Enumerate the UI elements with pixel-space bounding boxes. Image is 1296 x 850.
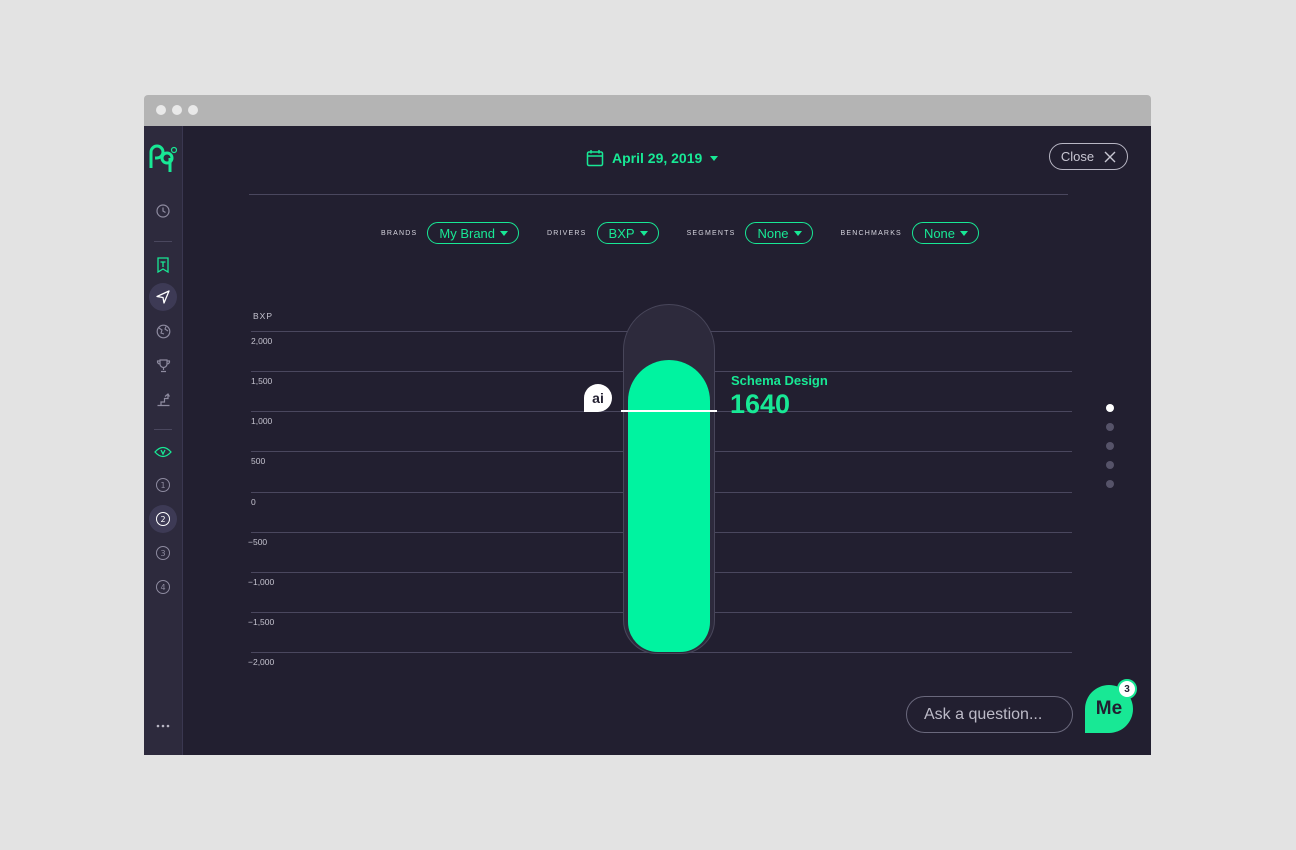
- step-1-label: 1: [156, 478, 170, 492]
- sidebar-step-3[interactable]: 3: [149, 539, 177, 567]
- y-tick-label: −2,000: [248, 657, 275, 667]
- notification-badge: 3: [1117, 679, 1137, 699]
- y-tick-label: −500: [248, 536, 268, 547]
- ai-benchmark-line: [621, 410, 717, 413]
- pager-dot[interactable]: [1106, 442, 1114, 450]
- trophy-icon[interactable]: [149, 351, 177, 379]
- y-tick-label: 2,000: [251, 336, 273, 346]
- brands-value: My Brand: [439, 225, 496, 241]
- chevron-down-icon: [500, 230, 509, 236]
- benchmarks-dropdown[interactable]: None: [911, 222, 980, 244]
- window-minimize-dot[interactable]: [172, 105, 182, 115]
- sidebar: 1 2 3 4: [144, 126, 183, 755]
- window-titlebar: [144, 95, 1151, 126]
- bar-schema-design[interactable]: [628, 359, 710, 652]
- clock-icon[interactable]: [149, 197, 177, 225]
- ask-placeholder: Ask a question...: [924, 705, 1043, 723]
- filter-label-benchmarks: BENCHMARKS: [840, 229, 902, 237]
- y-axis-title: BXP: [253, 311, 274, 321]
- slide-pager: [1106, 404, 1114, 499]
- calendar-icon: [586, 150, 604, 167]
- chevron-down-icon: [960, 230, 969, 236]
- sidebar-step-4[interactable]: 4: [149, 573, 177, 601]
- benchmarks-value: None: [923, 225, 956, 241]
- chevron-down-icon: [639, 230, 648, 236]
- browser-window: 1 2 3 4 April 29, 2019 Close BRANDS My B…: [144, 95, 1151, 755]
- step-4-label: 4: [156, 580, 170, 594]
- rq-logo[interactable]: [149, 144, 178, 178]
- pager-dot[interactable]: [1106, 404, 1114, 412]
- date-label: April 29, 2019: [612, 150, 703, 166]
- filter-label-brands: BRANDS: [381, 229, 418, 237]
- filter-label-drivers: DRIVERS: [547, 229, 587, 237]
- drivers-dropdown[interactable]: BXP: [596, 222, 659, 244]
- sidebar-step-1[interactable]: 1: [149, 471, 177, 499]
- y-tick-label: 0: [251, 496, 256, 507]
- close-icon: [1104, 151, 1116, 162]
- step-3-label: 3: [156, 546, 170, 560]
- ask-question-input[interactable]: Ask a question...: [906, 696, 1073, 733]
- close-button[interactable]: Close: [1049, 143, 1128, 170]
- y-tick-label: −1,500: [248, 616, 275, 627]
- navigation-arrow-icon[interactable]: [149, 283, 177, 311]
- more-dots-icon[interactable]: [149, 712, 177, 740]
- bxp-chart: BXP 2,000 1,500 1,000 500 0 −500 −1,000 −1,500 −…: [244, 301, 1074, 681]
- y-tick-label: 1,500: [251, 376, 273, 387]
- pager-dot[interactable]: [1106, 480, 1114, 488]
- date-picker[interactable]: April 29, 2019: [586, 147, 719, 169]
- header-divider: [249, 194, 1068, 195]
- segments-value: None: [757, 225, 789, 241]
- y-tick-label: 1,000: [251, 416, 273, 427]
- bar-category-label: Schema Design: [731, 373, 828, 388]
- pager-dot[interactable]: [1106, 423, 1114, 431]
- y-tick-label: −1,000: [248, 576, 275, 587]
- eye-v-icon[interactable]: [149, 438, 177, 466]
- segments-dropdown[interactable]: None: [745, 222, 813, 244]
- close-label: Close: [1060, 149, 1095, 164]
- app-area: 1 2 3 4 April 29, 2019 Close BRANDS My B…: [144, 126, 1151, 755]
- chevron-down-icon: [793, 230, 802, 236]
- filter-label-segments: SEGMENTS: [686, 229, 736, 237]
- window-close-dot[interactable]: [156, 105, 166, 115]
- drivers-value: BXP: [608, 225, 635, 241]
- filter-bar: BRANDS My Brand DRIVERS BXP SEGMENTS Non…: [381, 220, 980, 246]
- chevron-down-icon: [710, 155, 719, 161]
- globe-icon[interactable]: [149, 317, 177, 345]
- window-maximize-dot[interactable]: [188, 105, 198, 115]
- sidebar-divider: [154, 241, 172, 242]
- stairs-icon[interactable]: [149, 385, 177, 413]
- step-2-label: 2: [156, 512, 170, 526]
- bar-value-label: 1640: [730, 389, 791, 419]
- y-tick-label: 500: [251, 456, 266, 467]
- me-label: Me: [1095, 698, 1123, 719]
- sidebar-divider: [154, 429, 172, 430]
- brands-dropdown[interactable]: My Brand: [427, 222, 520, 244]
- pager-dot[interactable]: [1106, 461, 1114, 469]
- ai-badge[interactable]: ai: [584, 384, 612, 413]
- bookmark-t-icon[interactable]: [149, 251, 177, 279]
- sidebar-step-2[interactable]: 2: [149, 505, 177, 533]
